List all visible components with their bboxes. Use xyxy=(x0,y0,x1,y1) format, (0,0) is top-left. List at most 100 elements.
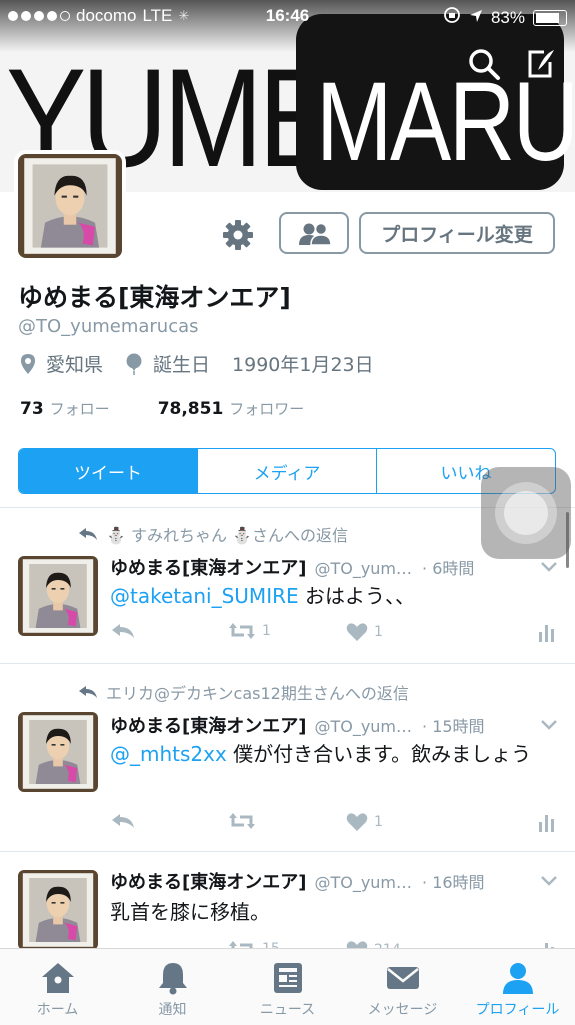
tweet-avatar[interactable] xyxy=(18,712,98,792)
like-button[interactable]: 1 xyxy=(346,622,383,642)
chevron-down-icon[interactable] xyxy=(540,561,558,573)
rotation-lock-icon xyxy=(443,6,461,29)
gear-icon[interactable] xyxy=(218,215,258,255)
tweet-author-handle: @TO_yum… xyxy=(314,717,413,736)
like-button[interactable]: 1 xyxy=(346,812,383,832)
people-icon xyxy=(299,222,332,246)
reply-context: ⛄ すみれちゃん ⛄さんへの返信 xyxy=(78,522,348,546)
tabbar-messages[interactable]: メッセージ xyxy=(345,949,460,1025)
follow-settings-button[interactable] xyxy=(279,212,349,254)
analytics-icon xyxy=(539,625,554,642)
bottom-tab-bar: ホーム 通知 ニュース メッセージ プロフィール xyxy=(0,948,575,1025)
reply-arrow-icon xyxy=(79,528,97,540)
follow-counts: 73 フォロー 78,851 フォロワー xyxy=(20,398,304,419)
reply-button[interactable] xyxy=(110,622,136,640)
edit-profile-button[interactable]: プロフィール変更 xyxy=(359,212,555,254)
reply-context-text: エリカ@デカキンcas12期生さんへの返信 xyxy=(106,684,409,703)
tweet-body: 僕が付き合います。飲みましょう xyxy=(226,742,532,766)
reply-icon xyxy=(112,814,134,828)
location-pin-icon xyxy=(21,353,35,374)
profile-avatar[interactable] xyxy=(14,150,126,262)
tweet-author-handle: @TO_yum… xyxy=(314,873,413,892)
news-icon xyxy=(273,963,302,993)
retweet-button[interactable]: 1 xyxy=(228,622,271,640)
tab-media[interactable]: メディア xyxy=(197,449,376,493)
retweet-icon xyxy=(229,813,255,829)
home-icon xyxy=(41,963,74,993)
tabbar-home[interactable]: ホーム xyxy=(0,949,115,1025)
tabbar-label: ホーム xyxy=(36,1002,79,1018)
tabbar-label: 通知 xyxy=(158,1002,187,1018)
location-arrow-icon xyxy=(469,8,483,28)
retweet-icon xyxy=(229,623,255,639)
tab-tweets[interactable]: ツイート xyxy=(19,449,197,493)
analytics-icon xyxy=(539,815,554,832)
followers-stat[interactable]: 78,851 フォロワー xyxy=(158,398,305,419)
tabbar-label: ニュース xyxy=(259,1002,316,1018)
location-text: 愛知県 xyxy=(46,354,104,376)
assistive-touch-button[interactable] xyxy=(481,467,571,559)
following-stat[interactable]: 73 フォロー xyxy=(20,398,110,419)
birthday-date: 1990年1月23日 xyxy=(232,354,374,376)
person-icon xyxy=(502,963,533,994)
reply-context-text: ⛄ すみれちゃん ⛄さんへの返信 xyxy=(106,526,349,545)
followers-count: 78,851 xyxy=(157,399,224,419)
tabbar-label: プロフィール xyxy=(475,1002,560,1018)
tweet-time: · 6時間 xyxy=(422,559,475,578)
avatar xyxy=(18,154,122,258)
tweet-body: 乳首を膝に移植。 xyxy=(110,900,270,924)
balloon-icon xyxy=(126,353,142,375)
retweet-button[interactable] xyxy=(228,812,262,830)
following-count: 73 xyxy=(20,399,44,419)
tweet-author-name[interactable]: ゆめまる[東海オンエア] xyxy=(110,712,306,738)
tweet-author-name[interactable]: ゆめまる[東海オンエア] xyxy=(110,554,306,580)
tabbar-news[interactable]: ニュース xyxy=(230,949,345,1025)
reply-context: エリカ@デカキンcas12期生さんへの返信 xyxy=(78,680,409,704)
tabbar-profile[interactable]: プロフィール xyxy=(460,949,575,1025)
compose-icon[interactable] xyxy=(520,44,560,84)
tweet-text: @_mhts2xx 僕が付き合います。飲みましょう xyxy=(110,739,540,770)
reply-icon xyxy=(112,624,134,638)
battery-icon xyxy=(533,9,567,26)
heart-icon xyxy=(346,813,368,831)
tweet-author-handle: @TO_yum… xyxy=(314,559,413,578)
profile-tabs: ツイート メディア いいね xyxy=(18,448,556,494)
tweet-actions: 1 1 xyxy=(110,622,560,648)
following-label: フォロー xyxy=(49,400,110,418)
tweet-author-name[interactable]: ゆめまる[東海オンエア] xyxy=(110,868,306,894)
retweet-count: 1 xyxy=(262,623,271,639)
profile-name: ゆめまる[東海オンエア] xyxy=(18,283,291,312)
reply-arrow-icon xyxy=(79,686,97,698)
tweet-mention[interactable]: @_mhts2xx xyxy=(110,742,227,766)
birthday-label: 誕生日 xyxy=(153,354,211,376)
tabbar-label: メッセージ xyxy=(367,1002,438,1018)
bell-icon xyxy=(158,963,187,995)
like-count: 1 xyxy=(374,624,383,640)
search-icon[interactable] xyxy=(464,44,504,84)
tweet-time: · 16時間 xyxy=(422,873,485,892)
tweet-mention[interactable]: @taketani_SUMIRE xyxy=(110,584,299,608)
battery-fill xyxy=(536,12,559,23)
chevron-down-icon[interactable] xyxy=(540,875,558,887)
tweet-avatar[interactable] xyxy=(18,870,98,950)
reply-button[interactable] xyxy=(110,812,136,830)
tweet-time: · 15時間 xyxy=(422,717,485,736)
analytics-button[interactable] xyxy=(538,812,556,832)
profile-meta: 愛知県 誕生日 1990年1月23日 xyxy=(20,350,396,377)
profile-handle: @TO_yumemarucas xyxy=(18,316,199,337)
tweet-avatar[interactable] xyxy=(18,556,98,636)
tweet-text: @taketani_SUMIRE おはよう、、 xyxy=(110,581,550,612)
tabbar-notifications[interactable]: 通知 xyxy=(115,949,230,1025)
followers-label: フォロワー xyxy=(229,400,305,418)
like-count: 1 xyxy=(374,814,383,830)
tweet-actions: 1 xyxy=(110,812,560,838)
envelope-icon xyxy=(386,967,419,989)
tweet-header: ゆめまる[東海オンエア] @TO_yum… · 16時間 xyxy=(110,868,540,894)
analytics-button[interactable] xyxy=(538,622,556,642)
status-bar: docomo LTE ✳ 16:46 83% xyxy=(0,0,575,34)
heart-icon xyxy=(346,623,368,641)
tweet-body: おはよう、、 xyxy=(298,584,415,608)
battery-percent: 83% xyxy=(490,7,525,27)
tweet-item[interactable]: エリカ@デカキンcas12期生さんへの返信 ゆめまる[東海オンエア] @TO_y… xyxy=(0,664,575,851)
chevron-down-icon[interactable] xyxy=(540,719,558,731)
